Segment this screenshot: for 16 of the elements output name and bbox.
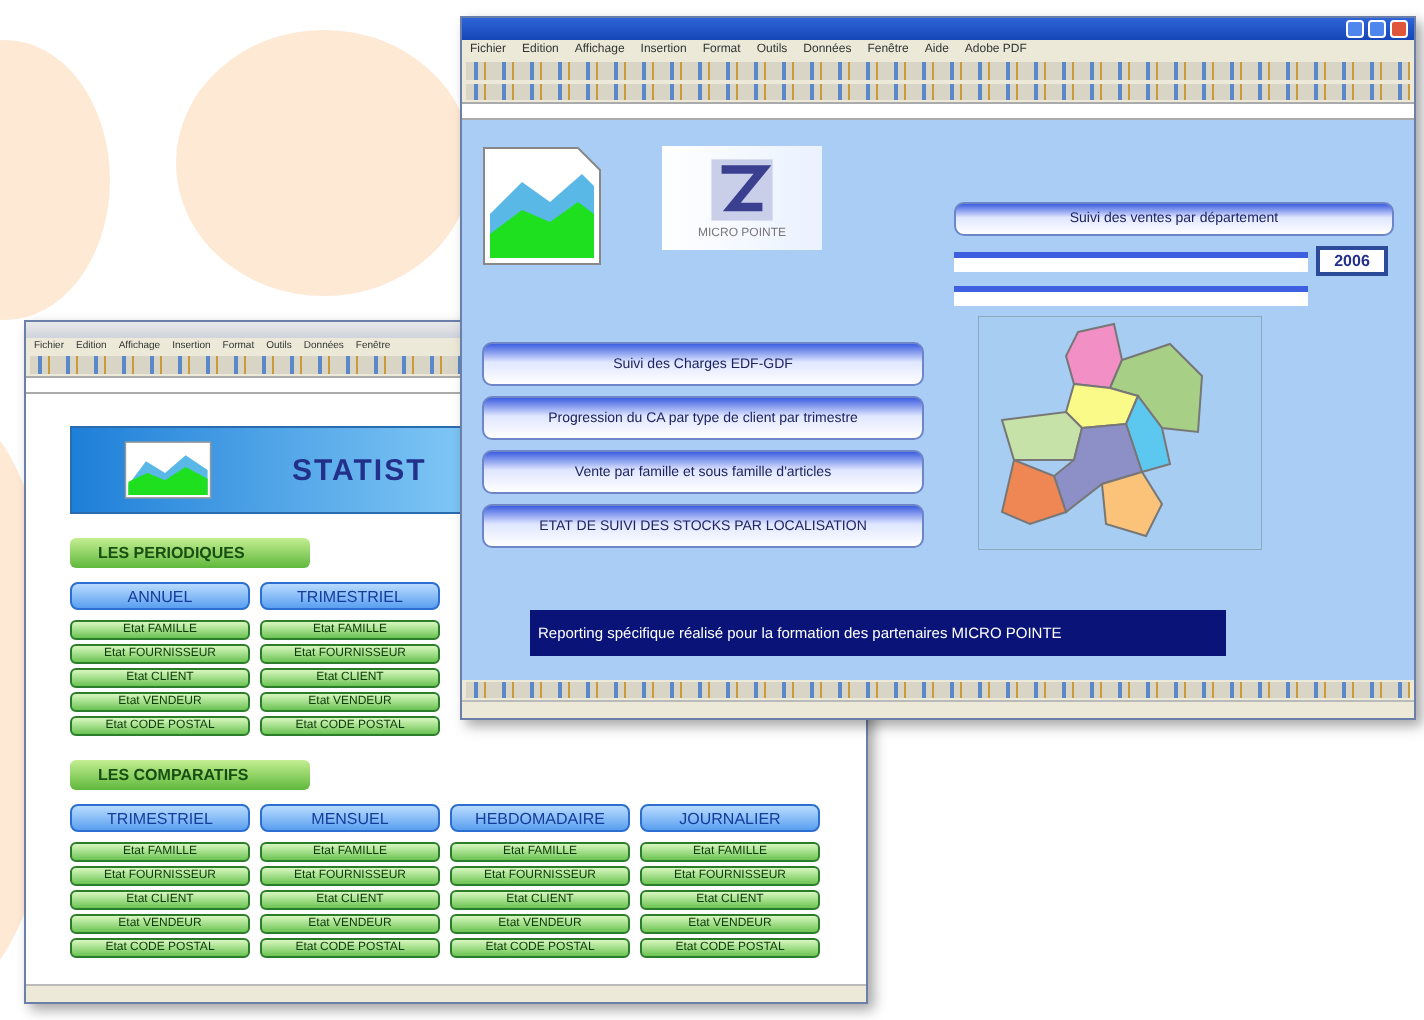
- report-bar[interactable]: [954, 286, 1308, 307]
- banner-title: STATIST: [292, 453, 427, 487]
- period-button[interactable]: HEBDOMADAIRE: [450, 804, 630, 832]
- chart-icon: [482, 146, 602, 267]
- period-button[interactable]: ANNUEL: [70, 582, 250, 610]
- year-field[interactable]: 2006: [1316, 246, 1388, 277]
- section-header: LES PERIODIQUES: [70, 538, 310, 568]
- close-icon[interactable]: [1390, 20, 1408, 38]
- period-button[interactable]: TRIMESTRIEL: [260, 582, 440, 610]
- period-button[interactable]: MENSUEL: [260, 804, 440, 832]
- section-header: LES COMPARATIFS: [70, 760, 310, 790]
- period-button[interactable]: JOURNALIER: [640, 804, 820, 832]
- period-button[interactable]: TRIMESTRIEL: [70, 804, 250, 832]
- logo-icon: [708, 156, 776, 225]
- chart-icon: [124, 438, 212, 502]
- report-bar[interactable]: [954, 251, 1308, 272]
